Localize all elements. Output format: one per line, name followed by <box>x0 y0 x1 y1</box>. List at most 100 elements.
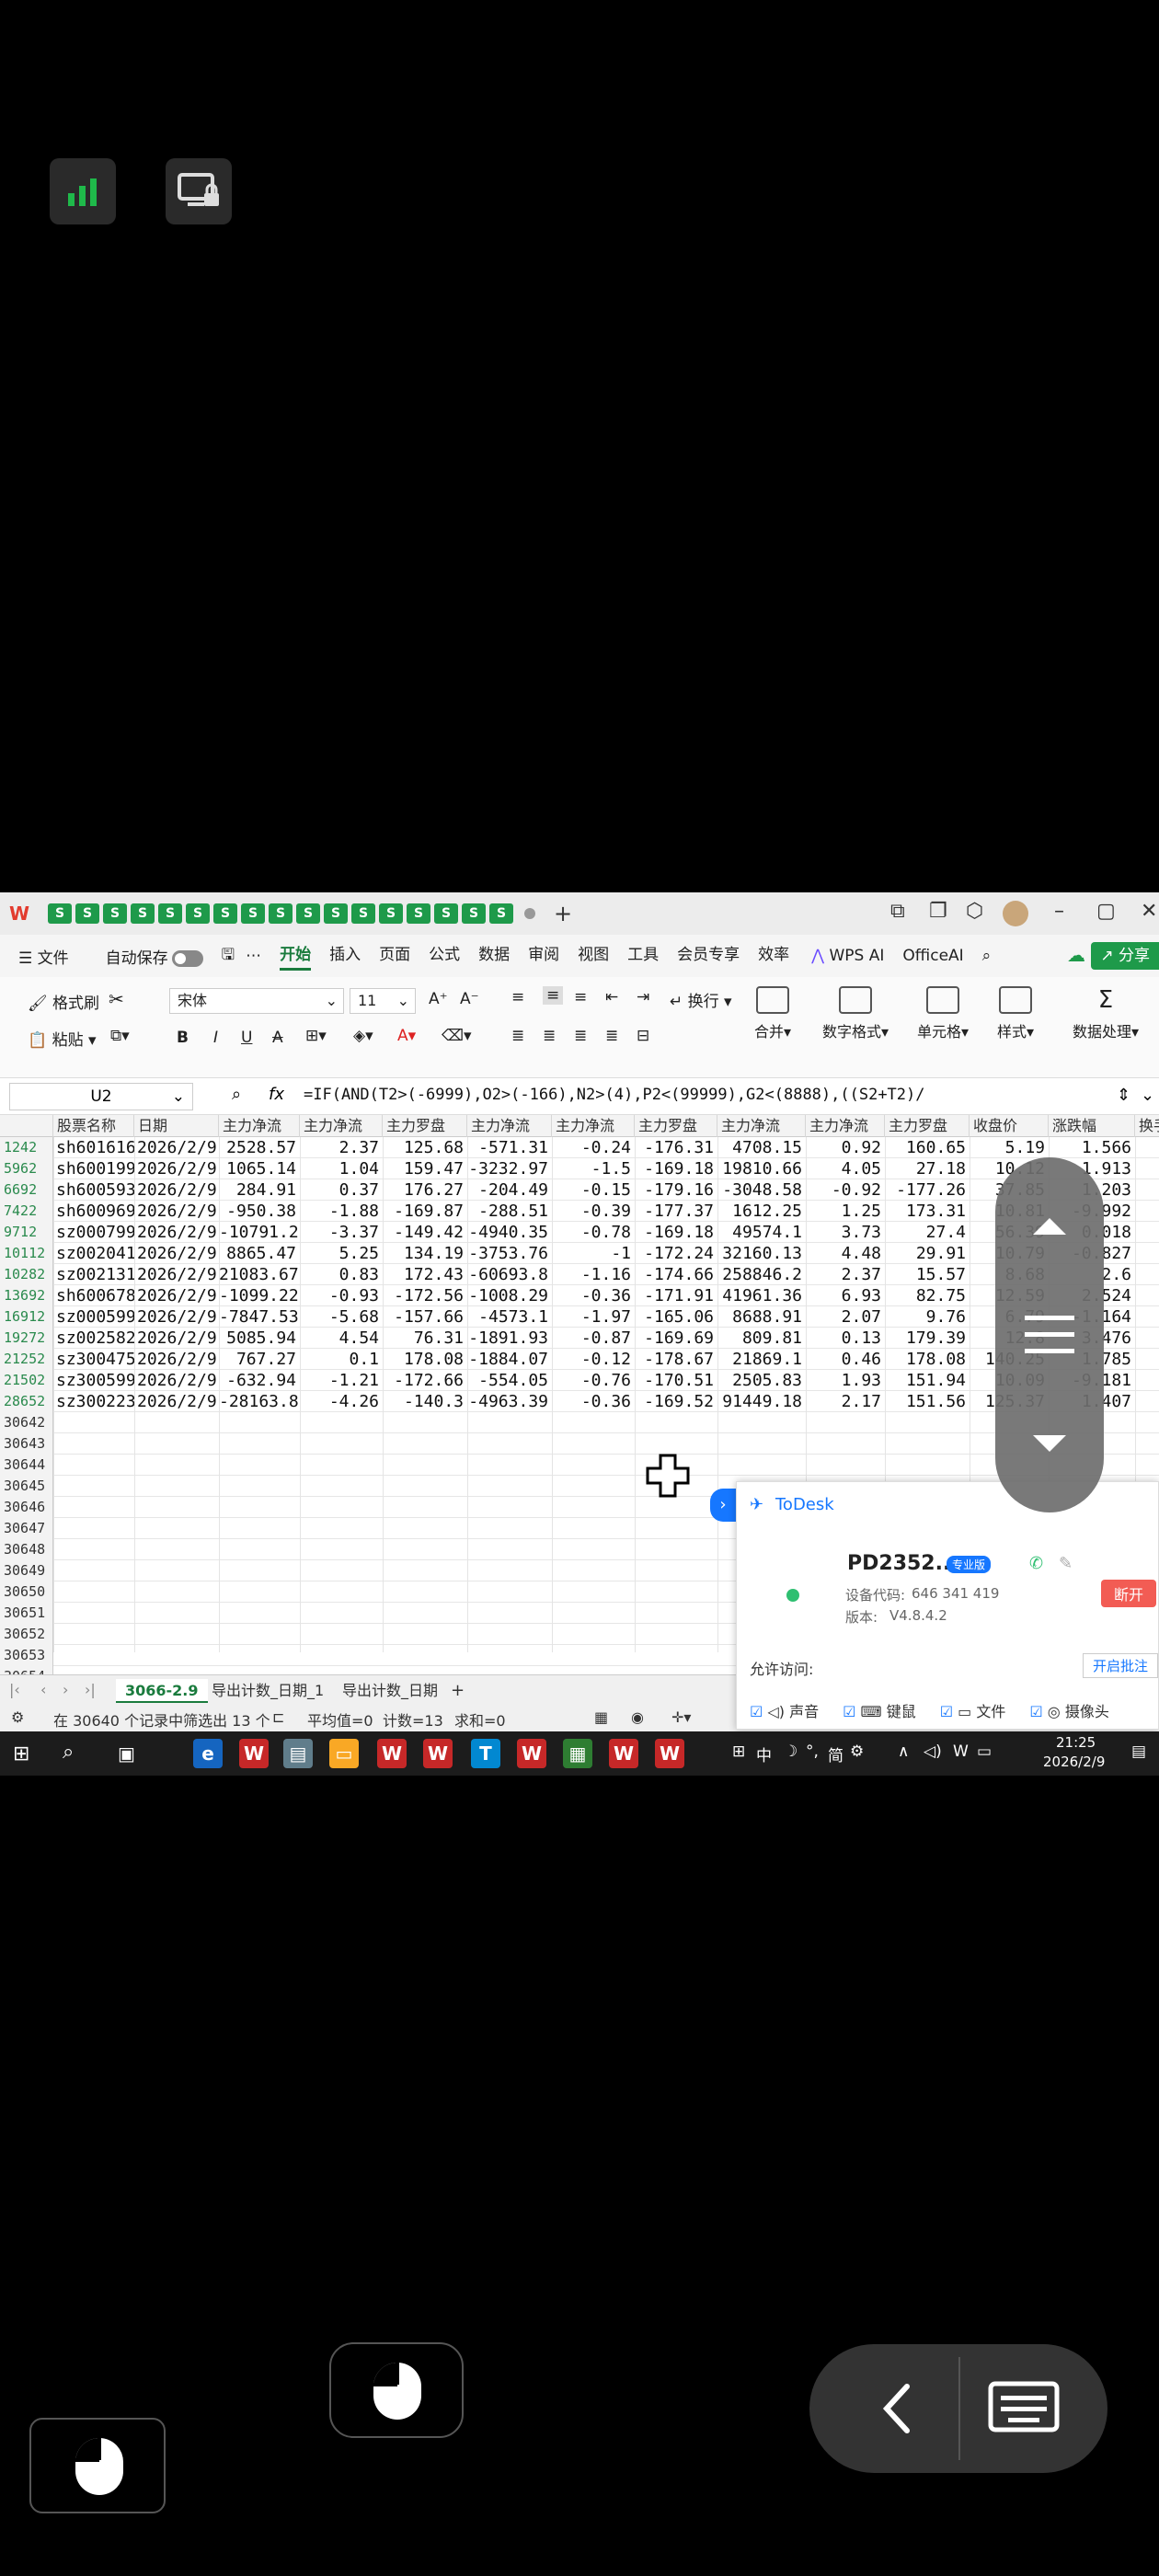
table-cell[interactable]: 159.47 <box>383 1158 467 1179</box>
column-header[interactable]: 主力净流 <box>300 1115 383 1137</box>
table-cell[interactable]: 2026/2/9 <box>134 1179 219 1201</box>
table-cell[interactable]: -1 <box>552 1243 635 1264</box>
table-cell[interactable]: sz300599 <box>53 1370 134 1391</box>
row-number[interactable]: 30653 <box>0 1645 53 1666</box>
row-number[interactable]: 30650 <box>0 1581 53 1603</box>
empty-row[interactable]: 30642 <box>0 1412 1159 1433</box>
select-all-corner[interactable] <box>0 1115 53 1137</box>
mouse-mode-button-secondary[interactable] <box>29 2418 166 2513</box>
table-row[interactable]: 10112 sz002041 2026/2/9 8865.47 5.25 134.19 -3… <box>0 1243 1159 1264</box>
table-cell[interactable]: 8688.91 <box>717 1306 806 1328</box>
maximize-icon[interactable]: ▢ <box>1096 900 1116 923</box>
table-cell[interactable]: 0.1 <box>300 1349 383 1370</box>
formula-input[interactable]: =IF(AND(T2>(-6999),O2>(-166),N2>(4),P2<(… <box>304 1086 925 1104</box>
sheet-tab-export-1[interactable]: 导出计数_日期_1 <box>202 1679 333 1703</box>
table-cell[interactable]: 2026/2/9 <box>134 1391 219 1412</box>
table-cell[interactable]: 49574.1 <box>717 1222 806 1243</box>
table-cell[interactable]: sh601616 <box>53 1137 134 1158</box>
table-cell[interactable]: 29.91 <box>885 1243 970 1264</box>
table-cell[interactable]: -170.51 <box>635 1370 717 1391</box>
table-cell[interactable]: 2.37 <box>806 1264 885 1285</box>
table-cell[interactable]: 2026/2/9 <box>134 1243 219 1264</box>
table-cell[interactable]: -149.42 <box>383 1222 467 1243</box>
table-cell[interactable]: 2026/2/9 <box>134 1137 219 1158</box>
table-cell[interactable]: 809.81 <box>717 1328 806 1349</box>
table-cell[interactable]: -177.26 <box>885 1179 970 1201</box>
table-row[interactable]: 1242 sh601616 2026/2/9 2528.57 2.37 125.68 -57… <box>0 1137 1159 1158</box>
table-cell[interactable]: -0.15 <box>552 1179 635 1201</box>
row-number[interactable]: 30651 <box>0 1603 53 1624</box>
table-cell[interactable]: 1.25 <box>806 1201 885 1222</box>
table-cell[interactable]: 2026/2/9 <box>134 1264 219 1285</box>
add-sheet-button[interactable]: + <box>442 1679 474 1703</box>
document-tab[interactable]: S <box>48 903 72 924</box>
font-grow-button[interactable]: A⁺ <box>429 990 448 1008</box>
wps-app-icon[interactable]: W <box>609 1739 638 1768</box>
table-cell[interactable]: 27.4 <box>885 1222 970 1243</box>
row-number[interactable]: 7422 <box>0 1201 53 1222</box>
sheet-tab-export[interactable]: 导出计数_日期 <box>333 1679 447 1703</box>
menu-tab[interactable]: 公式 <box>429 941 460 971</box>
align-bottom-icon[interactable]: ≡ <box>574 988 587 1006</box>
table-cell[interactable]: 151.56 <box>885 1391 970 1412</box>
network-icon[interactable]: ▭ <box>977 1742 992 1761</box>
table-cell[interactable]: sz300475 <box>53 1349 134 1370</box>
table-cell[interactable]: 178.08 <box>383 1349 467 1370</box>
table-cell[interactable]: 2026/2/9 <box>134 1328 219 1349</box>
column-header[interactable]: 股票名称 <box>53 1115 134 1137</box>
column-header[interactable]: 换手 <box>1135 1115 1159 1137</box>
table-cell[interactable]: -1884.07 <box>467 1349 552 1370</box>
align-center-icon[interactable]: ≣ <box>543 1027 556 1045</box>
row-number[interactable]: 30642 <box>0 1412 53 1433</box>
table-row[interactable]: 19272 sz002582 2026/2/9 5085.94 4.54 76.31 -18… <box>0 1328 1159 1349</box>
align-left-icon[interactable]: ≣ <box>511 1027 524 1045</box>
table-cell[interactable]: 4.48 <box>806 1243 885 1264</box>
calculator-icon[interactable]: ▦ <box>563 1739 592 1768</box>
table-cell[interactable]: 4.05 <box>806 1158 885 1179</box>
menu-tab[interactable]: 数据 <box>478 941 510 971</box>
font-shrink-button[interactable]: A⁻ <box>460 990 479 1008</box>
wps-ai-button[interactable]: ⋀ WPS AI <box>811 947 884 965</box>
table-cell[interactable]: 82.75 <box>885 1285 970 1306</box>
table-cell[interactable]: 284.91 <box>219 1179 300 1201</box>
column-header[interactable]: 主力罗盘 <box>383 1115 467 1137</box>
table-cell[interactable]: -4963.39 <box>467 1391 552 1412</box>
table-cell[interactable]: 2026/2/9 <box>134 1222 219 1243</box>
office-ai-button[interactable]: OfficeAI <box>902 947 963 965</box>
cell-button[interactable]: 单元格▾ <box>911 986 975 1041</box>
table-cell[interactable]: 160.65 <box>885 1137 970 1158</box>
table-cell[interactable]: -1.21 <box>300 1370 383 1391</box>
distributed-icon[interactable]: ⊟ <box>637 1027 649 1045</box>
table-cell[interactable]: 91449.18 <box>717 1391 806 1412</box>
table-cell[interactable]: -1.5 <box>552 1158 635 1179</box>
notification-icon[interactable]: ▤ <box>1131 1742 1146 1761</box>
table-cell[interactable]: sh600969 <box>53 1201 134 1222</box>
document-tab[interactable]: S <box>75 903 99 924</box>
row-number[interactable]: 30646 <box>0 1497 53 1518</box>
table-row[interactable]: 6692 sh600593 2026/2/9 284.91 0.37 176.27 -204… <box>0 1179 1159 1201</box>
merge-button[interactable]: 合并▾ <box>745 986 800 1041</box>
table-cell[interactable]: 179.39 <box>885 1328 970 1349</box>
table-cell[interactable]: 2026/2/9 <box>134 1349 219 1370</box>
table-cell[interactable]: -0.36 <box>552 1285 635 1306</box>
menu-tab[interactable]: 视图 <box>578 941 609 971</box>
document-tab[interactable]: S <box>434 903 458 924</box>
request-approval-button[interactable]: 开启批注 <box>1083 1653 1158 1678</box>
remote-desktop-screen[interactable]: W SSSSSSSSSSSSSSSSS + ⧉ ❐ ⬡ – ▢ ✕ ☰ 文件 自… <box>0 892 1159 1776</box>
ie-browser-icon[interactable]: e <box>193 1739 223 1768</box>
scroll-control-pill[interactable] <box>995 1157 1104 1512</box>
sheet-nav-last-icon[interactable]: ›| <box>85 1681 96 1698</box>
table-cell[interactable]: -10791.2 <box>219 1222 300 1243</box>
menu-tab[interactable]: 开始 <box>280 941 312 971</box>
table-cell[interactable]: 76.31 <box>383 1328 467 1349</box>
table-cell[interactable]: sz002131 <box>53 1264 134 1285</box>
volume-icon[interactable]: ◁) <box>924 1742 942 1761</box>
table-cell[interactable]: 21083.67 <box>219 1264 300 1285</box>
row-number[interactable]: 30643 <box>0 1433 53 1455</box>
menu-lines-icon[interactable] <box>1025 1312 1074 1358</box>
table-cell[interactable]: -169.18 <box>635 1158 717 1179</box>
table-cell[interactable]: -4.26 <box>300 1391 383 1412</box>
row-number[interactable]: 13692 <box>0 1285 53 1306</box>
table-cell[interactable]: 767.27 <box>219 1349 300 1370</box>
table-cell[interactable]: 5085.94 <box>219 1328 300 1349</box>
